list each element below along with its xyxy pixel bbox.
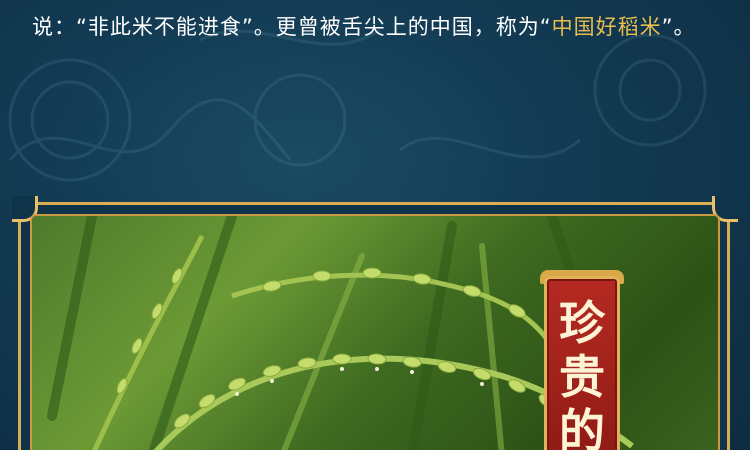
intro-text-before: 说：“非此米不能进食”。更曾被舌尖上的中国，称为“ (32, 15, 552, 39)
banner-char-1: 珍 (559, 296, 605, 350)
intro-highlight: 中国好稻米 (551, 15, 662, 39)
banner-char-3: 的 (559, 404, 605, 450)
intro-paragraph: 说：“非此米不能进食”。更曾被舌尖上的中国，称为“中国好稻米”。 (32, 8, 722, 46)
intro-text-after: ”。 (661, 15, 696, 39)
banner-char-2: 贵 (559, 350, 605, 404)
banner-text: 珍 贵 的 (544, 296, 620, 450)
